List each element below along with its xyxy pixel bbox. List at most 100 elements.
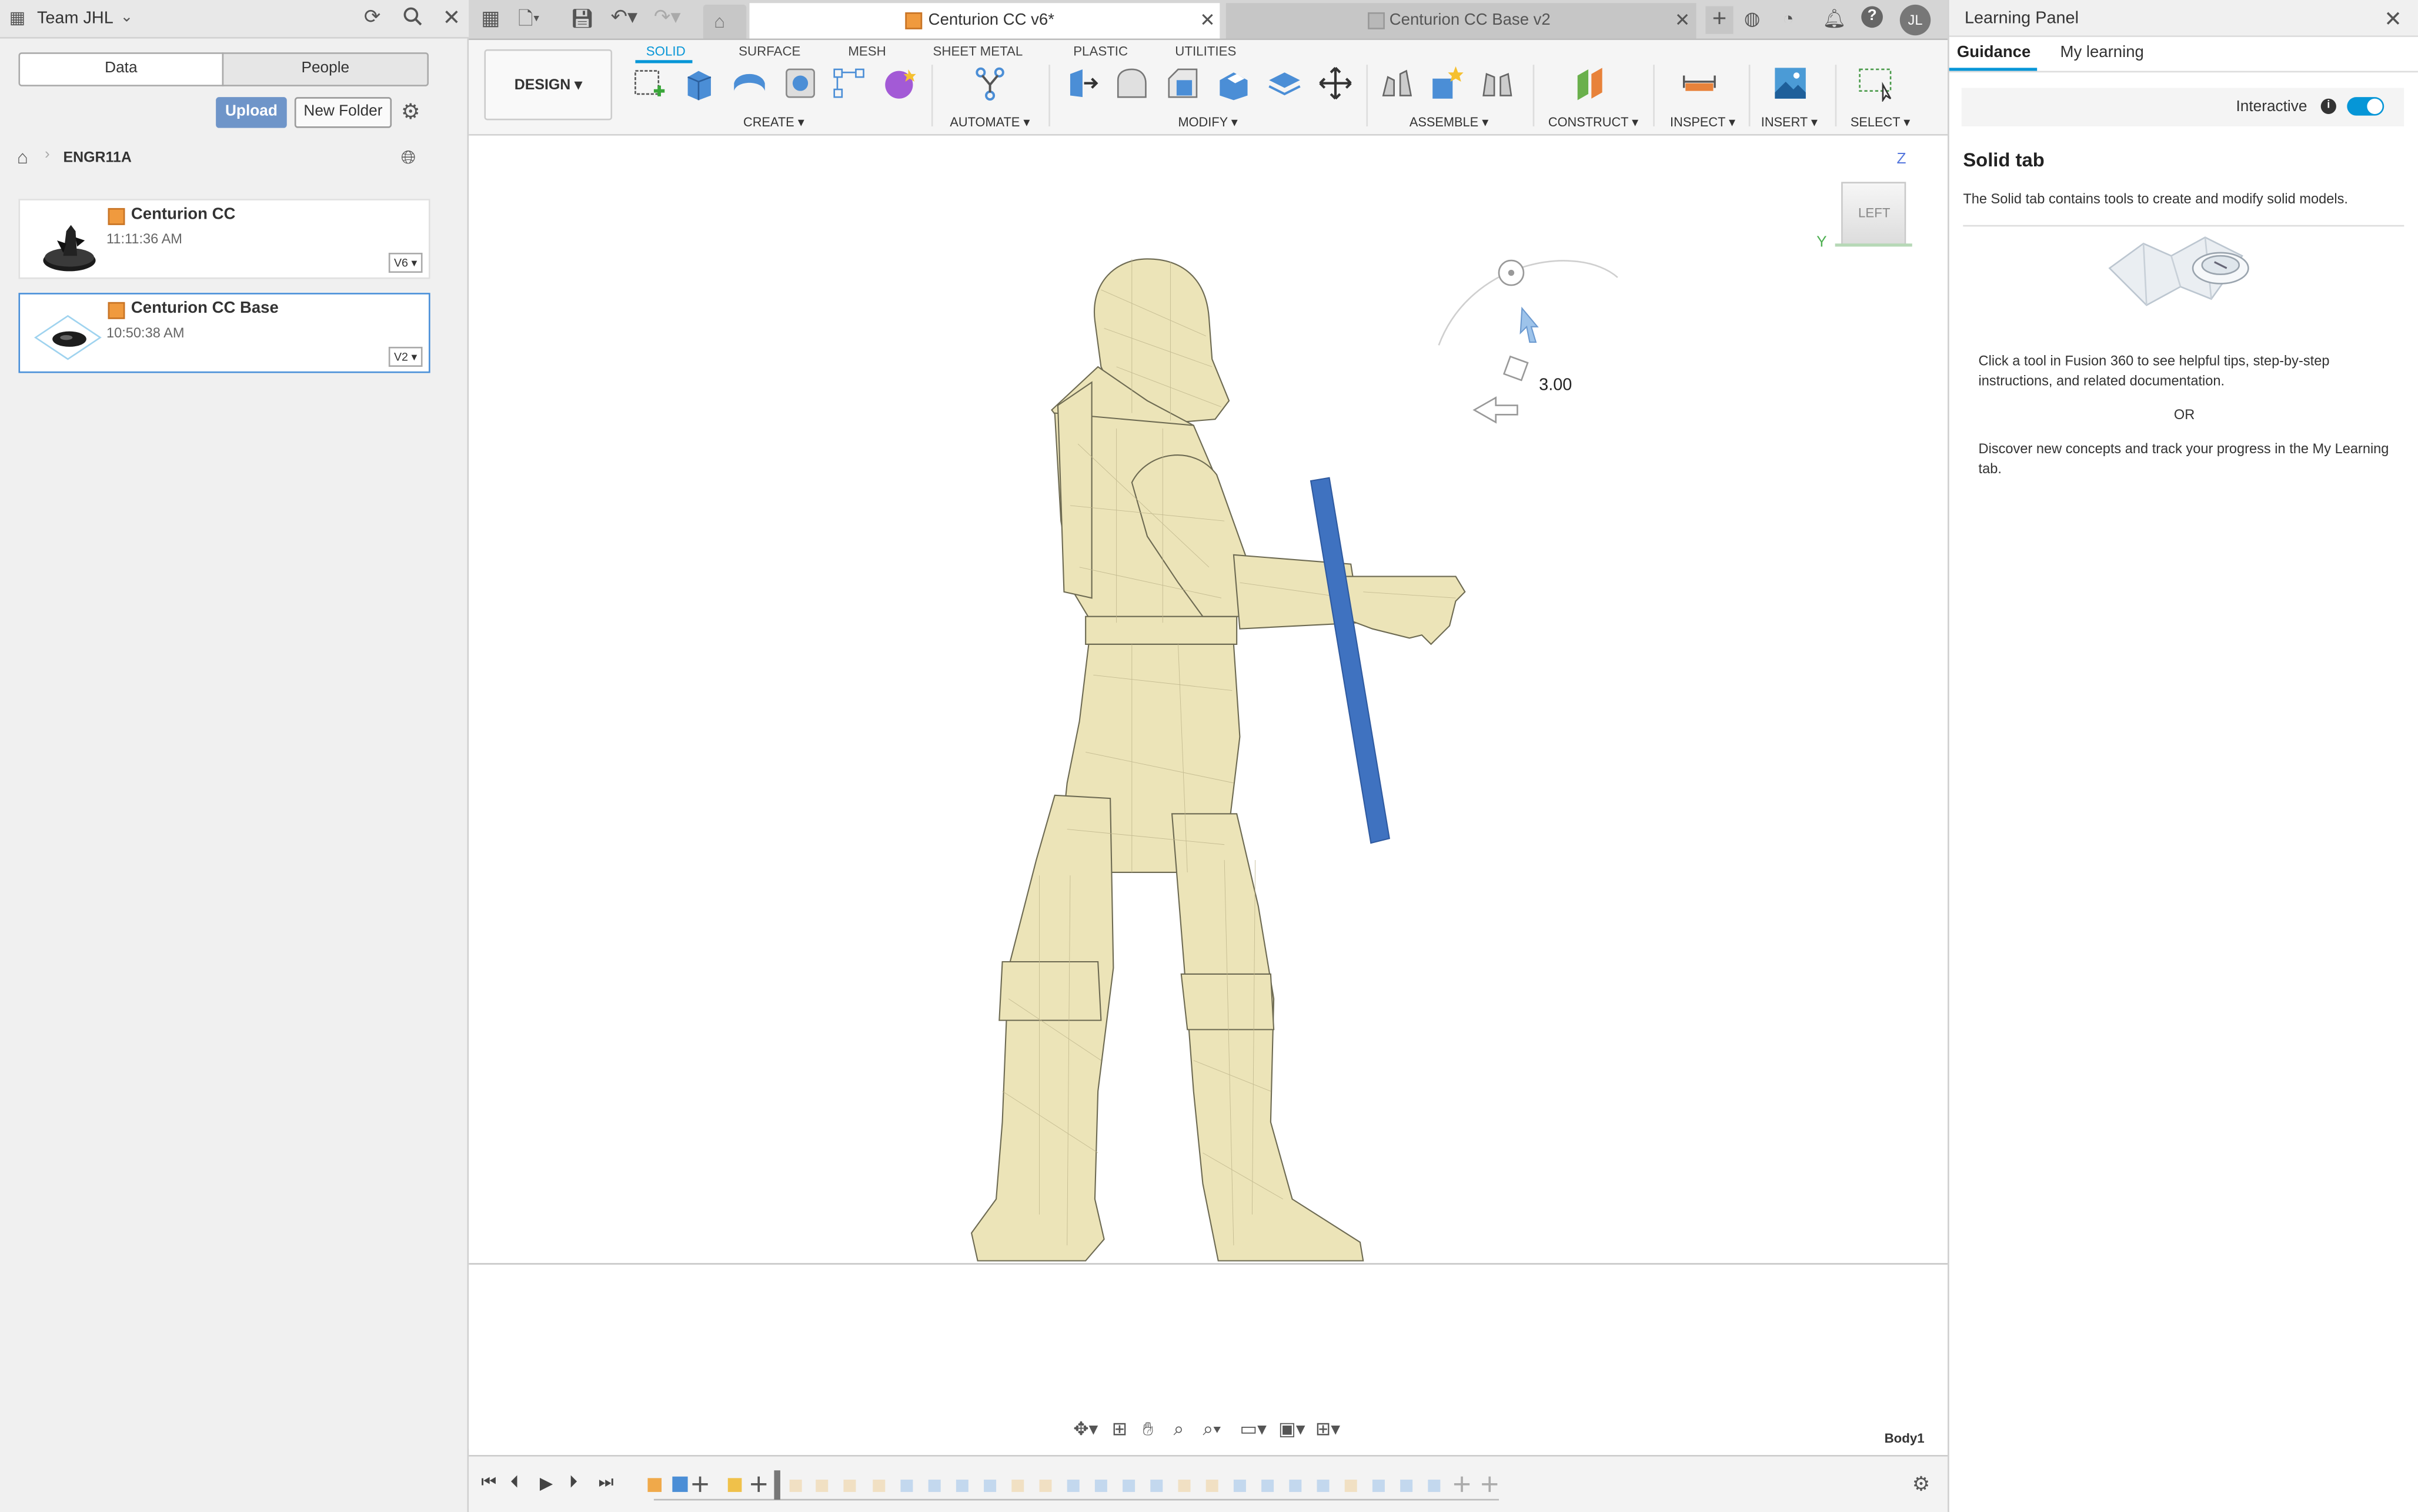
breadcrumb[interactable]: ENGR11A (64, 149, 132, 166)
new-tab-icon[interactable]: + (1705, 6, 1734, 34)
go-to-end-icon[interactable]: ⏭ (598, 1473, 613, 1493)
joint-icon[interactable] (1378, 65, 1415, 102)
group-automate[interactable]: AUTOMATE ▾ (950, 114, 1030, 129)
close-icon[interactable]: ✕ (2384, 6, 2402, 32)
combine-icon[interactable] (1266, 65, 1303, 102)
hole-icon[interactable] (782, 65, 819, 102)
apps-grid-icon[interactable]: ▦ (9, 8, 25, 29)
rotate-box-icon[interactable] (1502, 355, 1529, 382)
file-name[interactable]: Centurion CC (131, 205, 235, 223)
group-construct[interactable]: CONSTRUCT ▾ (1548, 114, 1638, 129)
extensions-icon[interactable]: ◍ (1744, 8, 1760, 29)
group-select[interactable]: SELECT ▾ (1851, 114, 1910, 129)
file-card[interactable]: Centurion CC 11:11:36 AM V6 ▾ (18, 199, 430, 279)
notification-bell-icon[interactable]: 🔔︎ (1823, 8, 1846, 29)
close-icon[interactable]: ✕ (1200, 3, 1215, 38)
gear-icon[interactable]: ⚙ (401, 100, 420, 122)
zoom-icon[interactable]: ⌕ (1174, 1418, 1184, 1441)
move-copy-icon[interactable] (1317, 65, 1354, 102)
tab-data[interactable]: Data (18, 52, 224, 86)
create-sketch-icon[interactable] (631, 65, 668, 102)
grid-settings-icon[interactable]: ▣▾ (1278, 1418, 1305, 1440)
globe-icon[interactable]: 🌐︎ (401, 146, 416, 168)
version-dropdown[interactable]: V6 ▾ (388, 252, 423, 273)
timeline-settings-icon[interactable]: ⚙ (1912, 1472, 1931, 1497)
offset-plane-icon[interactable] (1573, 65, 1610, 102)
as-built-joint-icon[interactable] (1479, 65, 1516, 102)
group-modify[interactable]: MODIFY ▾ (1178, 114, 1238, 129)
home-tab[interactable]: ⌂ (703, 4, 747, 39)
doc-tab-active[interactable]: Centurion CC v6* ✕ (749, 3, 1220, 39)
tab-utilities[interactable]: UTILITIES (1175, 40, 1236, 62)
tab-solid[interactable]: SOLID (646, 40, 686, 62)
team-name[interactable]: Team JHL (37, 9, 113, 28)
tab-plastic[interactable]: PLASTIC (1073, 40, 1128, 62)
group-create[interactable]: CREATE ▾ (743, 114, 804, 129)
revolve-icon[interactable] (731, 65, 768, 102)
group-inspect[interactable]: INSPECT ▾ (1670, 114, 1735, 129)
construction-bar[interactable] (1310, 477, 1390, 844)
new-component-icon[interactable] (1428, 65, 1465, 102)
tab-people[interactable]: People (222, 52, 429, 86)
chamfer-icon[interactable] (1164, 65, 1201, 102)
group-assemble[interactable]: ASSEMBLE ▾ (1410, 114, 1488, 129)
chevron-down-icon[interactable]: ⌄ (121, 8, 133, 29)
canvas-viewport[interactable]: 3.00 LEFT Z Y ✥▾ ⊞ ✋︎ ⌕ ⌕▾ ▭▾ ▣▾ ⊞▾ Body… (469, 135, 1948, 1449)
group-insert[interactable]: INSERT ▾ (1761, 114, 1818, 129)
form-icon[interactable] (882, 65, 919, 102)
tab-surface[interactable]: SURFACE (739, 40, 800, 62)
zoom-window-icon[interactable]: ⌕▾ (1203, 1418, 1221, 1441)
redo-icon[interactable]: ↷▾ (654, 5, 681, 28)
timeline-track[interactable] (642, 1469, 1505, 1503)
dimension-value[interactable]: 3.00 (1539, 376, 1572, 394)
doc-tab[interactable]: Centurion CC Base v2 ✕ (1225, 3, 1696, 39)
orbit-icon[interactable]: ✥▾ (1073, 1418, 1098, 1440)
insert-image-icon[interactable] (1772, 65, 1809, 102)
undo-icon[interactable]: ↶▾ (610, 5, 637, 28)
step-forward-icon[interactable]: ⏵ (569, 1473, 577, 1493)
body-label[interactable]: Body1 (1885, 1430, 1925, 1446)
pattern-icon[interactable] (831, 65, 868, 102)
avatar[interactable]: JL (1899, 4, 1931, 36)
select-box-icon[interactable] (1856, 65, 1893, 102)
close-icon[interactable]: ✕ (443, 6, 461, 28)
apps-grid-icon[interactable]: ▦ (481, 7, 500, 29)
workspace-dropdown[interactable]: DESIGN ▾ (484, 49, 613, 121)
tab-my-learning[interactable]: My learning (2060, 43, 2144, 61)
viewports-icon[interactable]: ⊞▾ (1315, 1418, 1340, 1440)
upload-button[interactable]: Upload (216, 97, 287, 128)
tab-sheet-metal[interactable]: SHEET METAL (933, 40, 1023, 62)
job-status-icon[interactable]: ◔ (1782, 8, 1794, 29)
help-icon[interactable]: ? (1861, 6, 1883, 28)
model-figure[interactable] (469, 136, 1948, 1449)
drag-arrow-icon[interactable] (1472, 396, 1518, 424)
file-card[interactable]: Centurion CC Base 10:50:38 AM V2 ▾ (18, 293, 430, 373)
version-dropdown[interactable]: V2 ▾ (388, 346, 423, 367)
new-folder-button[interactable]: New Folder (294, 97, 392, 128)
play-icon[interactable]: ▶ (540, 1473, 553, 1493)
file-name[interactable]: Centurion CC Base (131, 299, 279, 317)
display-settings-icon[interactable]: ▭▾ (1240, 1418, 1267, 1440)
refresh-icon[interactable]: ⟳ (364, 5, 381, 28)
shell-icon[interactable] (1215, 65, 1252, 102)
extrude-icon[interactable] (680, 65, 717, 102)
search-icon[interactable] (402, 6, 422, 31)
home-icon[interactable]: ⌂ (17, 146, 28, 168)
automate-icon[interactable] (971, 65, 1008, 102)
tab-guidance[interactable]: Guidance (1957, 43, 2031, 61)
tab-mesh[interactable]: MESH (848, 40, 886, 62)
go-to-start-icon[interactable]: ⏮ (481, 1473, 496, 1493)
interactive-toggle[interactable] (2347, 97, 2384, 116)
pan-icon[interactable]: ✋︎ (1143, 1418, 1153, 1441)
step-back-icon[interactable]: ⏴ (510, 1473, 519, 1493)
close-icon[interactable]: ✕ (1675, 3, 1690, 38)
fillet-icon[interactable] (1113, 65, 1150, 102)
save-icon[interactable]: 💾︎ (570, 8, 594, 29)
measure-icon[interactable] (1681, 65, 1718, 102)
info-icon[interactable]: i (2320, 98, 2336, 115)
group-divider (1532, 65, 1535, 126)
press-pull-icon[interactable] (1064, 65, 1101, 102)
look-at-icon[interactable]: ⊞ (1112, 1418, 1127, 1440)
file-menu-icon[interactable]: 🗋︎▾ (518, 8, 540, 29)
view-cube[interactable]: LEFT (1841, 182, 1906, 247)
